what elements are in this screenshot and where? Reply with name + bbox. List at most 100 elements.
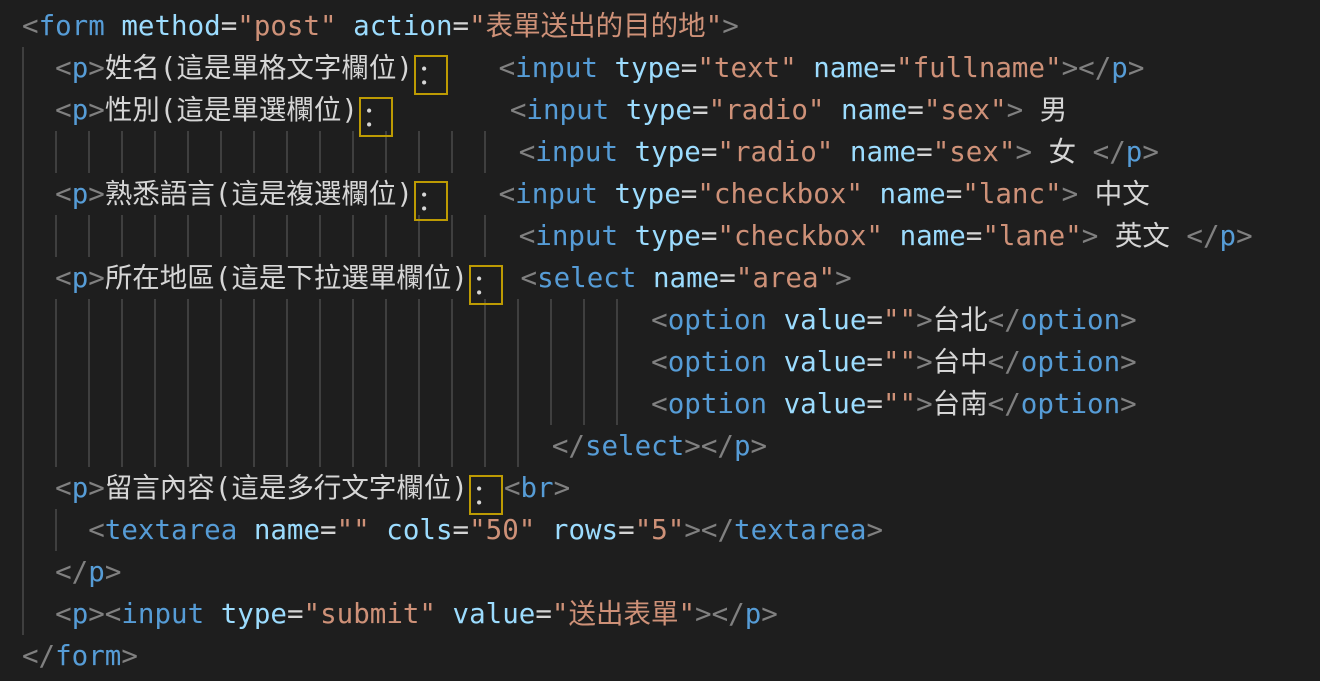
code-line[interactable]: </p> <box>22 551 1320 593</box>
delimiter-token: ></ <box>684 514 734 546</box>
delimiter-token: > <box>88 472 105 504</box>
delimiter-token: </ <box>988 388 1021 420</box>
delimiter-token: > <box>105 556 122 588</box>
code-line[interactable]: <p><input type="submit" value="送出表單"></p… <box>22 593 1320 635</box>
tag-token: option <box>1021 388 1120 420</box>
code-line[interactable]: <p>性別(這是單選欄位)： <input type="radio" name=… <box>22 89 1320 131</box>
delimiter-token: > <box>1128 52 1145 84</box>
whitespace <box>636 262 653 294</box>
delimiter-token: > <box>88 262 105 294</box>
whitespace <box>394 94 510 126</box>
attribute-token: name <box>254 514 320 546</box>
delimiter-token: < <box>55 52 72 84</box>
string-token: "text" <box>697 52 796 84</box>
whitespace <box>767 388 784 420</box>
whitespace <box>598 52 615 84</box>
whitespace <box>22 514 88 546</box>
code-line[interactable]: <form method="post" action="表單送出的目的地"> <box>22 5 1320 47</box>
whitespace <box>370 514 387 546</box>
code-line[interactable]: <p>姓名(這是單格文字欄位)： <input type="text" name… <box>22 47 1320 89</box>
unicode-highlight-box: ： <box>416 183 446 219</box>
code-line[interactable]: <option value="">台南</option> <box>22 383 1320 425</box>
tag-token: input <box>526 94 609 126</box>
operator-token: = <box>287 598 304 630</box>
string-token: "" <box>883 346 916 378</box>
code-line[interactable]: <option value="">台中</option> <box>22 341 1320 383</box>
code-editor[interactable]: <form method="post" action="表單送出的目的地"> <… <box>0 0 1320 681</box>
operator-token: = <box>866 346 883 378</box>
code-line[interactable]: <input type="radio" name="sex"> 女 </p> <box>22 131 1320 173</box>
delimiter-token: > <box>1142 136 1159 168</box>
text-token: 中文 <box>1078 178 1150 210</box>
tag-token: p <box>72 598 89 630</box>
whitespace <box>833 136 850 168</box>
whitespace <box>22 430 552 462</box>
tag-token: option <box>1021 304 1120 336</box>
code-text: <p><input type="submit" value="送出表單"></p… <box>22 598 778 630</box>
delimiter-token: >< <box>88 598 121 630</box>
whitespace <box>767 304 784 336</box>
whitespace <box>237 514 254 546</box>
text-token: 所在地區(這是下拉選單欄位) <box>105 262 468 294</box>
string-token: "area" <box>736 262 835 294</box>
text-token: 熟悉語言(這是複選欄位) <box>105 178 413 210</box>
delimiter-token: </ <box>1093 136 1126 168</box>
code-text: </form> <box>22 640 138 672</box>
delimiter-token: < <box>651 304 668 336</box>
tag-token: p <box>72 178 89 210</box>
attribute-token: name <box>850 136 916 168</box>
attribute-token: type <box>635 136 701 168</box>
string-token: "50" <box>469 514 535 546</box>
delimiter-token: </ <box>22 640 55 672</box>
attribute-token: name <box>653 262 719 294</box>
whitespace <box>22 52 55 84</box>
code-line[interactable]: <input type="checkbox" name="lane"> 英文 <… <box>22 215 1320 257</box>
text-token: 男 <box>1023 94 1067 126</box>
whitespace <box>436 598 453 630</box>
operator-token: = <box>719 262 736 294</box>
attribute-token: name <box>879 178 945 210</box>
operator-token: = <box>453 514 470 546</box>
text-token: 姓名(這是單格文字欄位) <box>105 52 413 84</box>
string-token: "lane" <box>982 220 1081 252</box>
string-token: "5" <box>635 514 685 546</box>
whitespace <box>22 388 651 420</box>
code-line[interactable]: <p>所在地區(這是下拉選單欄位)： <select name="area"> <box>22 257 1320 299</box>
string-token: "" <box>883 388 916 420</box>
code-line[interactable]: </form> <box>22 635 1320 677</box>
whitespace <box>449 52 499 84</box>
tag-token: br <box>521 472 554 504</box>
tag-token: form <box>39 10 105 42</box>
delimiter-token: > <box>1082 220 1099 252</box>
code-line[interactable]: <p>熟悉語言(這是複選欄位)： <input type="checkbox" … <box>22 173 1320 215</box>
attribute-token: type <box>221 598 287 630</box>
code-text: <p>所在地區(這是下拉選單欄位)： <select name="area"> <box>22 262 852 294</box>
code-line[interactable]: <p>留言內容(這是多行文字欄位)：<br> <box>22 467 1320 509</box>
tag-token: input <box>535 220 618 252</box>
tag-token: form <box>55 640 121 672</box>
delimiter-token: ></ <box>1062 52 1112 84</box>
delimiter-token: ></ <box>695 598 745 630</box>
whitespace <box>504 262 521 294</box>
operator-token: = <box>966 220 983 252</box>
code-text: <p>性別(這是單選欄位)： <input type="radio" name=… <box>22 94 1067 126</box>
attribute-token: cols <box>386 514 452 546</box>
attribute-token: value <box>784 388 867 420</box>
code-line[interactable]: </select></p> <box>22 425 1320 467</box>
code-text: <option value="">台北</option> <box>22 304 1137 336</box>
tag-token: textarea <box>734 514 866 546</box>
code-line[interactable]: <option value="">台北</option> <box>22 299 1320 341</box>
attribute-token: rows <box>552 514 618 546</box>
delimiter-token: </ <box>988 346 1021 378</box>
delimiter-token: < <box>22 10 39 42</box>
string-token: "sex" <box>924 94 1007 126</box>
whitespace <box>22 136 519 168</box>
tag-token: p <box>734 430 751 462</box>
whitespace <box>883 220 900 252</box>
code-line[interactable]: <textarea name="" cols="50" rows="5"></t… <box>22 509 1320 551</box>
string-token: "fullname" <box>896 52 1062 84</box>
delimiter-token: </ <box>55 556 88 588</box>
string-token: "radio" <box>717 136 833 168</box>
text-token: 留言內容(這是多行文字欄位) <box>105 472 468 504</box>
tag-token: option <box>668 388 767 420</box>
